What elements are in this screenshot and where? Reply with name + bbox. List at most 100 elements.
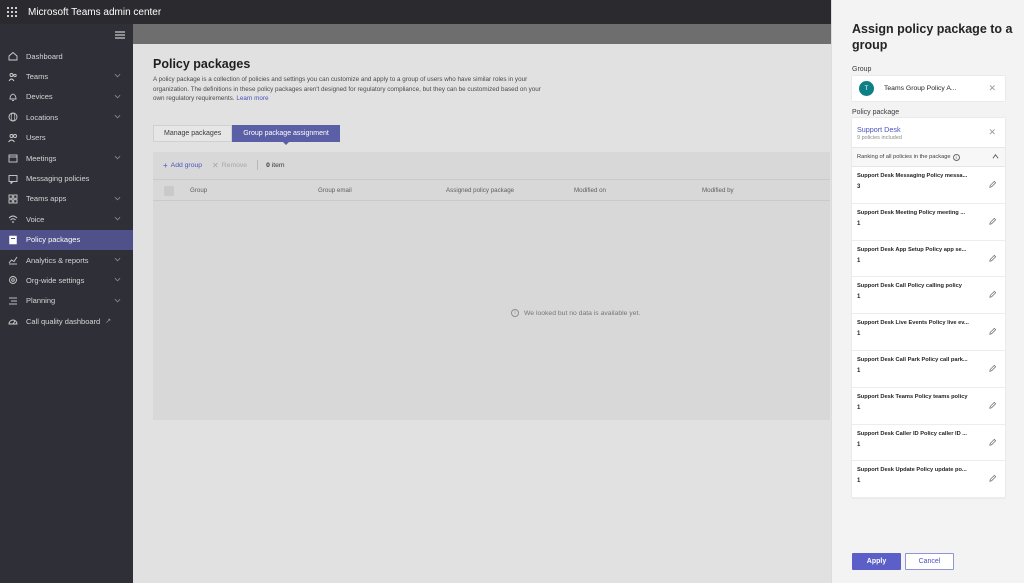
- chevron-down-icon[interactable]: [114, 276, 121, 283]
- add-group-button[interactable]: + Add group: [163, 161, 202, 170]
- sidebar-item-label: Users: [26, 133, 46, 143]
- sidebar-item-voice[interactable]: Voice: [0, 209, 133, 229]
- chevron-down-icon[interactable]: [114, 297, 121, 304]
- policy-rank: 1: [857, 441, 861, 448]
- main-content: Policy packages A policy package is a co…: [133, 24, 831, 583]
- chevron-down-icon[interactable]: [114, 215, 121, 222]
- policy-rank: 1: [857, 478, 861, 485]
- policy-rank: 1: [857, 257, 861, 264]
- info-icon[interactable]: i: [952, 153, 960, 161]
- package-name: Support Desk: [857, 125, 901, 134]
- apply-button[interactable]: Apply: [852, 553, 901, 570]
- policy-name: Support Desk Call Park Policy call park.…: [857, 356, 968, 363]
- cancel-button[interactable]: Cancel: [905, 553, 954, 570]
- policy-name: Support Desk Teams Policy teams policy: [857, 393, 968, 400]
- close-icon: ✕: [212, 160, 219, 170]
- sidebar-item-label: Voice: [26, 214, 45, 224]
- sidebar-item-messaging-policies[interactable]: Messaging policies: [0, 168, 133, 188]
- chevron-down-icon[interactable]: [114, 195, 121, 202]
- calendar-icon: [7, 152, 19, 164]
- sidebar-item-label: Locations: [26, 112, 59, 122]
- sidebar-item-policy-packages[interactable]: Policy packages: [0, 229, 133, 250]
- page-title: Policy packages: [153, 57, 251, 71]
- edit-icon[interactable]: [988, 438, 997, 447]
- edit-icon[interactable]: [988, 401, 997, 410]
- sidebar-item-label: Teams apps: [26, 194, 67, 204]
- remove-button[interactable]: ✕ Remove: [212, 161, 247, 170]
- voice-icon: [7, 213, 19, 225]
- edit-icon[interactable]: [988, 364, 997, 373]
- sidebar-item-locations[interactable]: Locations: [0, 107, 133, 127]
- policy-rank: 1: [857, 220, 861, 227]
- policy-row: Support Desk App Setup Policy app se... 1: [852, 241, 1005, 278]
- group-label: Group: [852, 66, 872, 73]
- sidebar-item-dashboard[interactable]: Dashboard: [0, 46, 133, 66]
- item-count-label: item: [271, 161, 285, 169]
- column-header-group-email[interactable]: Group email: [318, 187, 352, 194]
- edit-icon[interactable]: [988, 180, 997, 189]
- tab-manage-packages[interactable]: Manage packages: [153, 125, 233, 142]
- sidebar-item-call-quality-dashboard[interactable]: Call quality dashboard ↗: [0, 311, 133, 331]
- sidebar-item-org-wide-settings[interactable]: Org-wide settings: [0, 270, 133, 290]
- remove-package-icon[interactable]: ✕: [988, 127, 996, 138]
- sidebar-item-label: Planning: [26, 296, 56, 306]
- policy-rank: 1: [857, 331, 861, 338]
- edit-icon[interactable]: [988, 217, 997, 226]
- tab-group-package-assignment[interactable]: Group package assignment: [232, 125, 340, 145]
- description-text: A policy package is a collection of poli…: [153, 76, 541, 103]
- policy-row: Support Desk Call Park Policy call park.…: [852, 351, 1005, 388]
- policy-row: Support Desk Teams Policy teams policy 1: [852, 388, 1005, 425]
- column-header-group[interactable]: Group: [190, 187, 207, 194]
- sidebar-item-label: Meetings: [26, 153, 57, 163]
- ranking-label: Ranking of all policies in the package: [857, 154, 951, 160]
- sidebar-item-analytics-reports[interactable]: Analytics & reports: [0, 250, 133, 270]
- assign-package-panel: Assign policy package to a group Group T…: [831, 0, 1024, 583]
- column-header-assigned-package[interactable]: Assigned policy package: [446, 187, 514, 194]
- edit-icon[interactable]: [988, 474, 997, 483]
- edit-icon[interactable]: [988, 254, 997, 263]
- chevron-down-icon[interactable]: [114, 154, 121, 161]
- sidebar-item-label: Analytics & reports: [26, 255, 89, 265]
- sidebar-item-teams-apps[interactable]: Teams apps: [0, 189, 133, 209]
- sidebar-nav: Dashboard Teams Devices Locations Users Meeti…: [0, 46, 133, 331]
- policy-name: Support Desk Messaging Policy messa...: [857, 173, 968, 179]
- policy-row: Support Desk Meeting Policy meeting ... 1: [852, 204, 1005, 241]
- learn-more-link[interactable]: Learn more: [236, 95, 268, 102]
- column-header-modified-on[interactable]: Modified on: [574, 187, 606, 194]
- remove-label: Remove: [221, 161, 248, 169]
- empty-state: i We looked but no data is available yet…: [511, 309, 640, 317]
- message-icon: [7, 173, 19, 185]
- sidebar-item-planning[interactable]: Planning: [0, 291, 133, 311]
- hamburger-icon[interactable]: [115, 30, 125, 40]
- sidebar-item-users[interactable]: Users: [0, 128, 133, 148]
- selected-package[interactable]: Support Desk 9 policies included ✕: [852, 118, 1005, 148]
- chevron-down-icon[interactable]: [114, 72, 121, 79]
- sidebar-item-teams[interactable]: Teams: [0, 66, 133, 86]
- external-link-icon: ↗: [105, 318, 112, 326]
- gear-icon: [7, 274, 19, 286]
- chevron-up-icon[interactable]: [992, 153, 999, 160]
- panel-title: Assign policy package to a group: [852, 22, 1013, 52]
- policy-row: Support Desk Call Policy calling policy 1: [852, 277, 1005, 315]
- plus-icon: +: [163, 160, 168, 170]
- sidebar-item-label: Dashboard: [26, 51, 63, 61]
- sidebar-item-devices[interactable]: Devices: [0, 87, 133, 107]
- chevron-down-icon[interactable]: [114, 256, 121, 263]
- ranking-header[interactable]: Ranking of all policies in the package i: [852, 148, 1005, 167]
- edit-icon[interactable]: [988, 327, 997, 336]
- edit-icon[interactable]: [988, 290, 997, 299]
- policy-row: Support Desk Live Events Policy live ev.…: [852, 314, 1005, 351]
- app-launcher-icon[interactable]: [0, 0, 24, 24]
- teams-icon: [7, 71, 19, 83]
- item-count-value: 0: [266, 161, 270, 169]
- remove-group-icon[interactable]: ✕: [988, 83, 996, 94]
- chevron-down-icon[interactable]: [114, 93, 121, 100]
- sidebar-item-meetings[interactable]: Meetings: [0, 148, 133, 168]
- chevron-down-icon[interactable]: [114, 113, 121, 120]
- table-header: Group Group email Assigned policy packag…: [153, 179, 830, 201]
- selected-group[interactable]: T Teams Group Policy A... ✕: [852, 76, 1005, 101]
- policy-package-card: Support Desk 9 policies included ✕ Ranki…: [852, 118, 1005, 499]
- column-header-modified-by[interactable]: Modified by: [702, 187, 734, 194]
- avatar: T: [859, 81, 874, 96]
- select-all-checkbox[interactable]: [164, 186, 174, 196]
